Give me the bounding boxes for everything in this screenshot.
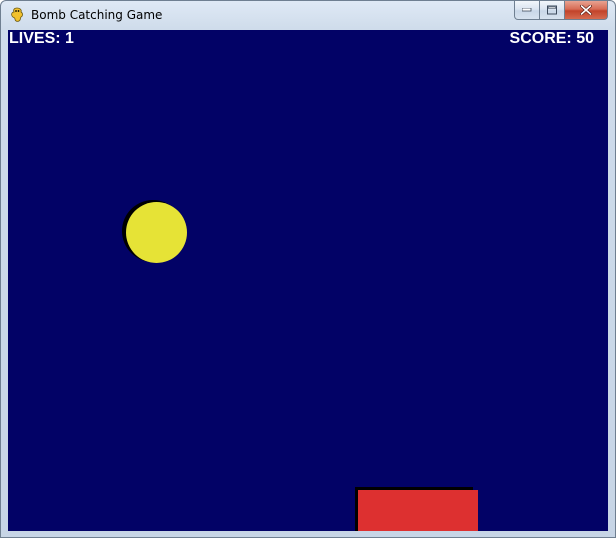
lives-counter: LIVES: 1 — [9, 30, 74, 47]
minimize-button[interactable] — [514, 1, 540, 20]
score-counter: SCORE: 50 — [509, 30, 594, 47]
catcher-paddle[interactable] — [358, 490, 478, 531]
close-button[interactable] — [565, 1, 608, 20]
maximize-icon — [547, 5, 557, 15]
maximize-button[interactable] — [540, 1, 565, 20]
title-bar[interactable]: Bomb Catching Game — [1, 1, 615, 29]
close-icon — [580, 5, 592, 15]
window-title: Bomb Catching Game — [31, 8, 163, 22]
game-canvas[interactable]: LIVES: 1 SCORE: 50 — [8, 30, 608, 531]
minimize-icon — [522, 8, 532, 12]
pygame-snake-icon[interactable] — [9, 7, 25, 23]
falling-bomb — [126, 202, 187, 263]
game-window: Bomb Catching Game LIVES: 1 SCORE: 50 — [0, 0, 616, 538]
window-controls — [514, 1, 608, 21]
